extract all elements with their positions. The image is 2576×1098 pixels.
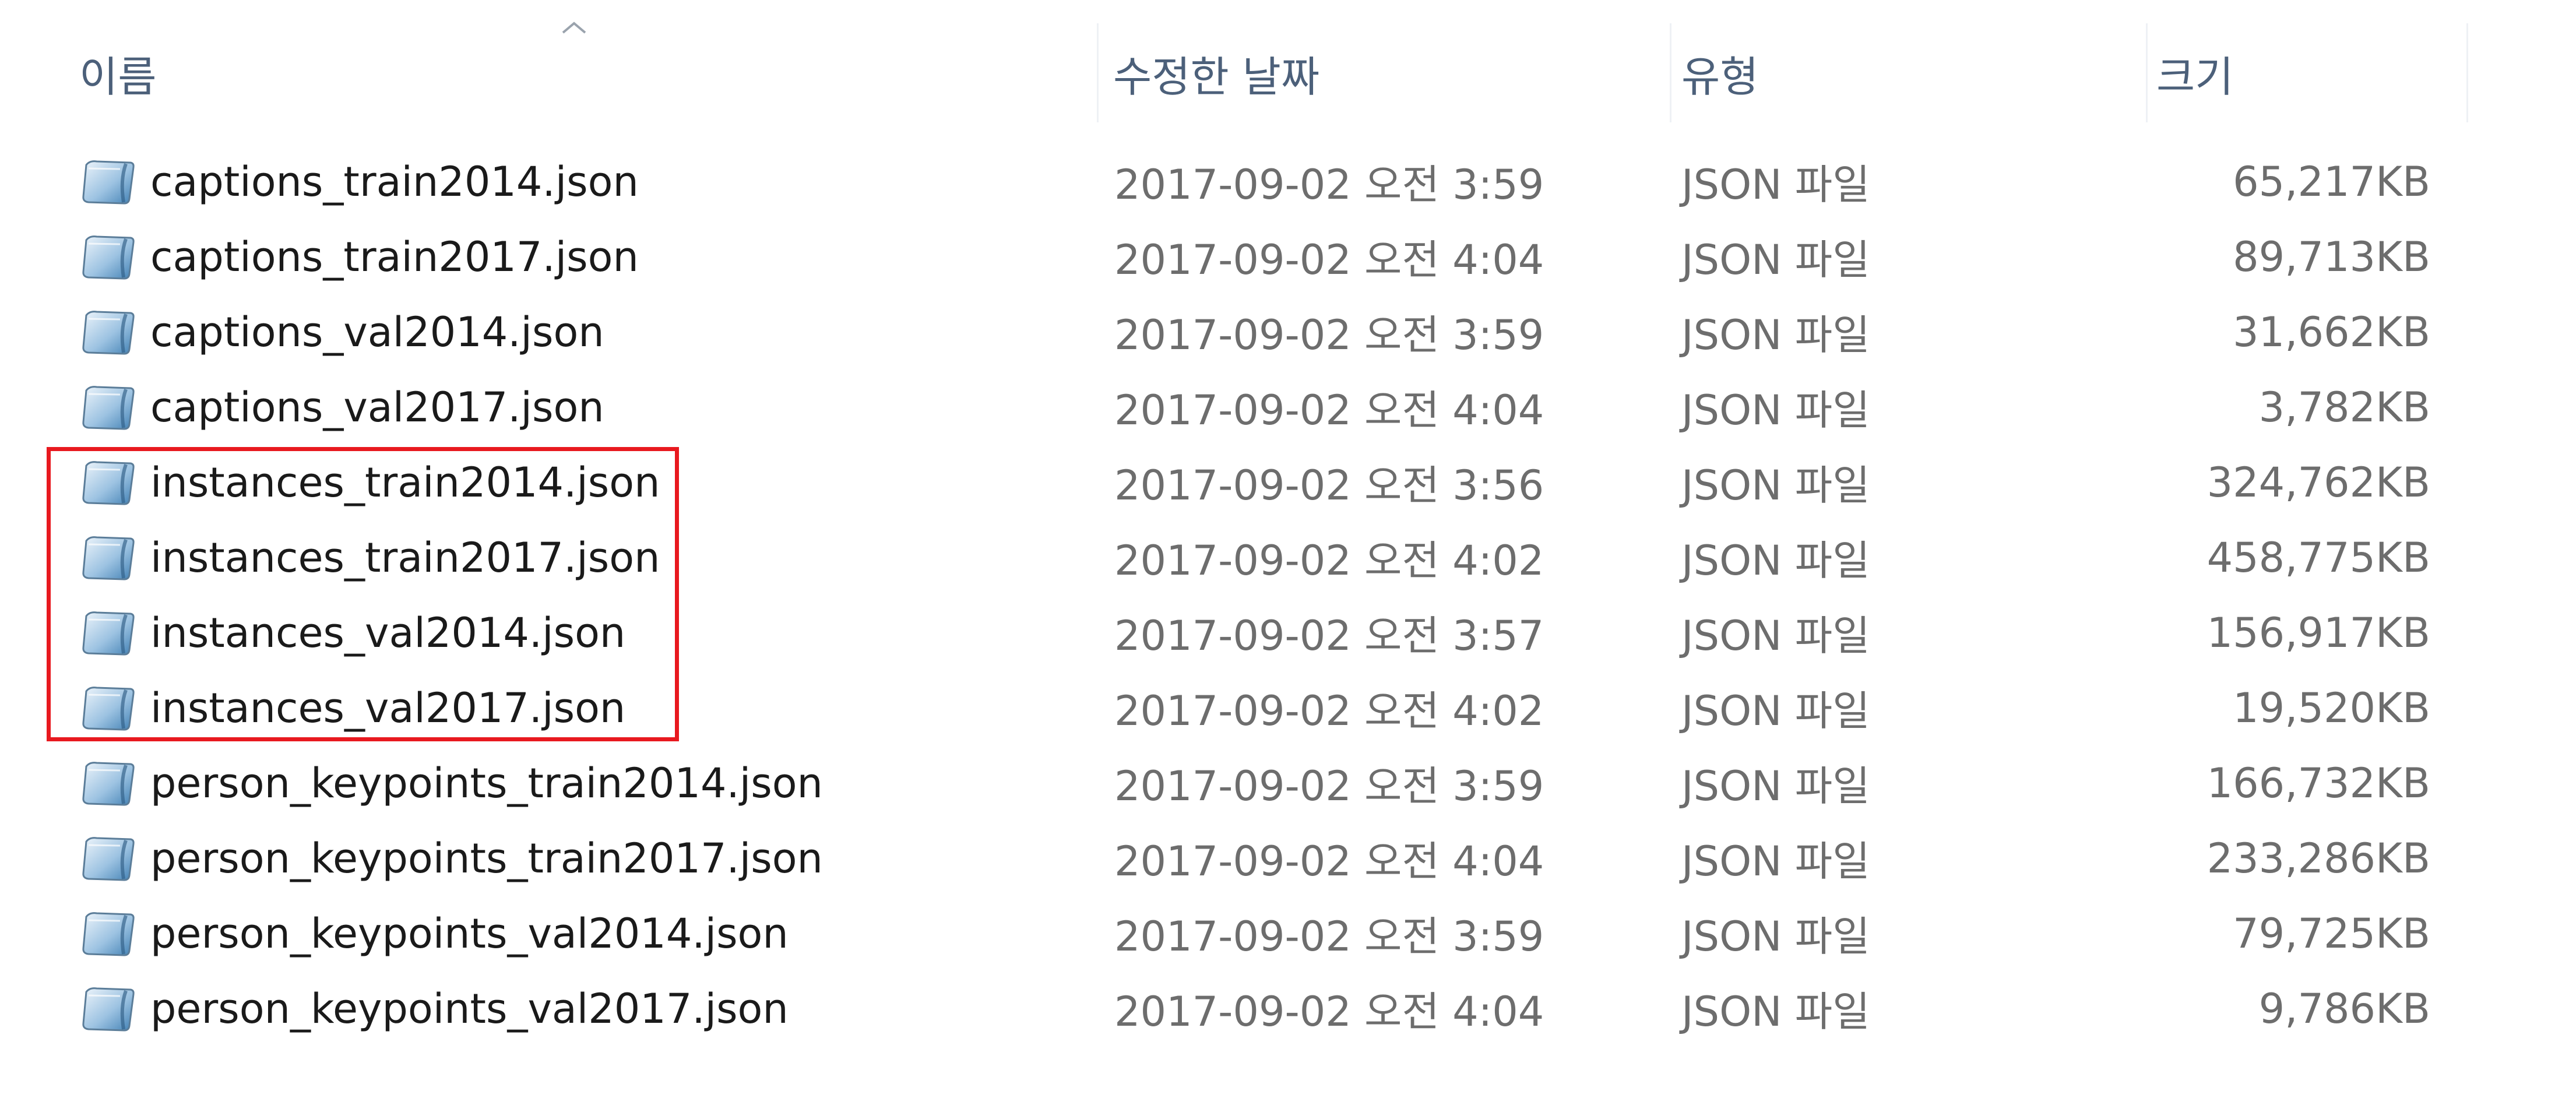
file-date-modified: 2017-09-02 오전 3:59 bbox=[1114, 161, 1544, 209]
file-name: captions_val2014.json bbox=[150, 308, 604, 356]
column-header-name-label: 이름 bbox=[79, 52, 157, 101]
file-date-modified: 2017-09-02 오전 4:02 bbox=[1114, 537, 1544, 585]
column-header-date-modified[interactable]: 수정한 날짜 bbox=[1113, 23, 1655, 122]
column-header-size[interactable]: 크기 bbox=[2156, 23, 2459, 122]
file-name: captions_train2014.json bbox=[150, 157, 639, 206]
file-date-modified: 2017-09-02 오전 4:02 bbox=[1114, 687, 1544, 735]
column-divider[interactable] bbox=[2466, 23, 2468, 122]
json-file-icon bbox=[78, 144, 136, 219]
file-size: 3,782KB bbox=[2258, 383, 2430, 431]
file-row[interactable]: person_keypoints_val2017.json 2017-09-02… bbox=[0, 971, 2576, 1046]
file-type: JSON 파일 bbox=[1681, 762, 1870, 810]
file-explorer-details-view: 이름 수정한 날짜 유형 크기 captions_train2014.json … bbox=[0, 0, 2576, 1098]
file-row[interactable]: captions_val2017.json 2017-09-02 오전 4:04… bbox=[0, 369, 2576, 445]
file-type: JSON 파일 bbox=[1681, 236, 1870, 284]
highlight-annotation-box bbox=[47, 447, 679, 741]
json-file-icon bbox=[78, 896, 136, 971]
json-file-icon bbox=[78, 971, 136, 1046]
file-size: 166,732KB bbox=[2207, 759, 2430, 807]
json-file-icon bbox=[78, 745, 136, 821]
file-row[interactable]: captions_val2014.json 2017-09-02 오전 3:59… bbox=[0, 294, 2576, 369]
column-header-size-label: 크기 bbox=[2156, 52, 2234, 101]
file-name: person_keypoints_train2017.json bbox=[150, 834, 823, 882]
file-row[interactable]: captions_train2017.json 2017-09-02 오전 4:… bbox=[0, 219, 2576, 294]
file-date-modified: 2017-09-02 오전 4:04 bbox=[1114, 236, 1544, 284]
file-size: 9,786KB bbox=[2258, 984, 2430, 1033]
json-file-icon bbox=[78, 821, 136, 896]
file-size: 19,520KB bbox=[2233, 684, 2430, 732]
file-size: 31,662KB bbox=[2233, 308, 2430, 356]
file-date-modified: 2017-09-02 오전 3:59 bbox=[1114, 311, 1544, 359]
file-type: JSON 파일 bbox=[1681, 837, 1870, 885]
file-date-modified: 2017-09-02 오전 3:59 bbox=[1114, 762, 1544, 810]
file-size: 65,217KB bbox=[2233, 157, 2430, 206]
json-file-icon bbox=[78, 369, 136, 445]
column-header-bar: 이름 수정한 날짜 유형 크기 bbox=[0, 0, 2576, 122]
column-header-type[interactable]: 유형 bbox=[1681, 23, 2136, 122]
file-name: person_keypoints_val2017.json bbox=[150, 984, 789, 1033]
file-type: JSON 파일 bbox=[1681, 988, 1870, 1036]
column-divider[interactable] bbox=[1097, 23, 1099, 122]
file-type: JSON 파일 bbox=[1681, 161, 1870, 209]
file-name: person_keypoints_train2014.json bbox=[150, 759, 823, 807]
json-file-icon bbox=[78, 294, 136, 369]
file-row[interactable]: person_keypoints_val2014.json 2017-09-02… bbox=[0, 896, 2576, 971]
file-date-modified: 2017-09-02 오전 4:04 bbox=[1114, 386, 1544, 434]
column-divider[interactable] bbox=[2146, 23, 2148, 122]
column-divider[interactable] bbox=[1670, 23, 1671, 122]
file-size: 89,713KB bbox=[2233, 233, 2430, 281]
file-size: 458,775KB bbox=[2207, 533, 2430, 582]
file-size: 156,917KB bbox=[2207, 608, 2430, 657]
file-date-modified: 2017-09-02 오전 4:04 bbox=[1114, 837, 1544, 885]
file-date-modified: 2017-09-02 오전 3:59 bbox=[1114, 913, 1544, 960]
file-date-modified: 2017-09-02 오전 3:57 bbox=[1114, 612, 1544, 660]
column-header-type-label: 유형 bbox=[1681, 52, 1759, 101]
file-name: person_keypoints_val2014.json bbox=[150, 909, 789, 958]
file-name: captions_val2017.json bbox=[150, 383, 604, 431]
file-size: 324,762KB bbox=[2207, 458, 2430, 506]
file-type: JSON 파일 bbox=[1681, 687, 1870, 735]
file-size: 79,725KB bbox=[2233, 909, 2430, 958]
file-type: JSON 파일 bbox=[1681, 537, 1870, 585]
file-name: captions_train2017.json bbox=[150, 233, 639, 281]
file-date-modified: 2017-09-02 오전 4:04 bbox=[1114, 988, 1544, 1036]
file-type: JSON 파일 bbox=[1681, 386, 1870, 434]
column-header-date-label: 수정한 날짜 bbox=[1113, 52, 1320, 101]
file-type: JSON 파일 bbox=[1681, 913, 1870, 960]
file-row[interactable]: person_keypoints_train2014.json 2017-09-… bbox=[0, 745, 2576, 821]
json-file-icon bbox=[78, 219, 136, 294]
file-date-modified: 2017-09-02 오전 3:56 bbox=[1114, 462, 1544, 509]
file-type: JSON 파일 bbox=[1681, 462, 1870, 509]
file-size: 233,286KB bbox=[2207, 834, 2430, 882]
file-row[interactable]: captions_train2014.json 2017-09-02 오전 3:… bbox=[0, 144, 2576, 219]
file-type: JSON 파일 bbox=[1681, 311, 1870, 359]
column-header-name[interactable]: 이름 bbox=[79, 23, 1093, 122]
file-row[interactable]: person_keypoints_train2017.json 2017-09-… bbox=[0, 821, 2576, 896]
file-type: JSON 파일 bbox=[1681, 612, 1870, 660]
